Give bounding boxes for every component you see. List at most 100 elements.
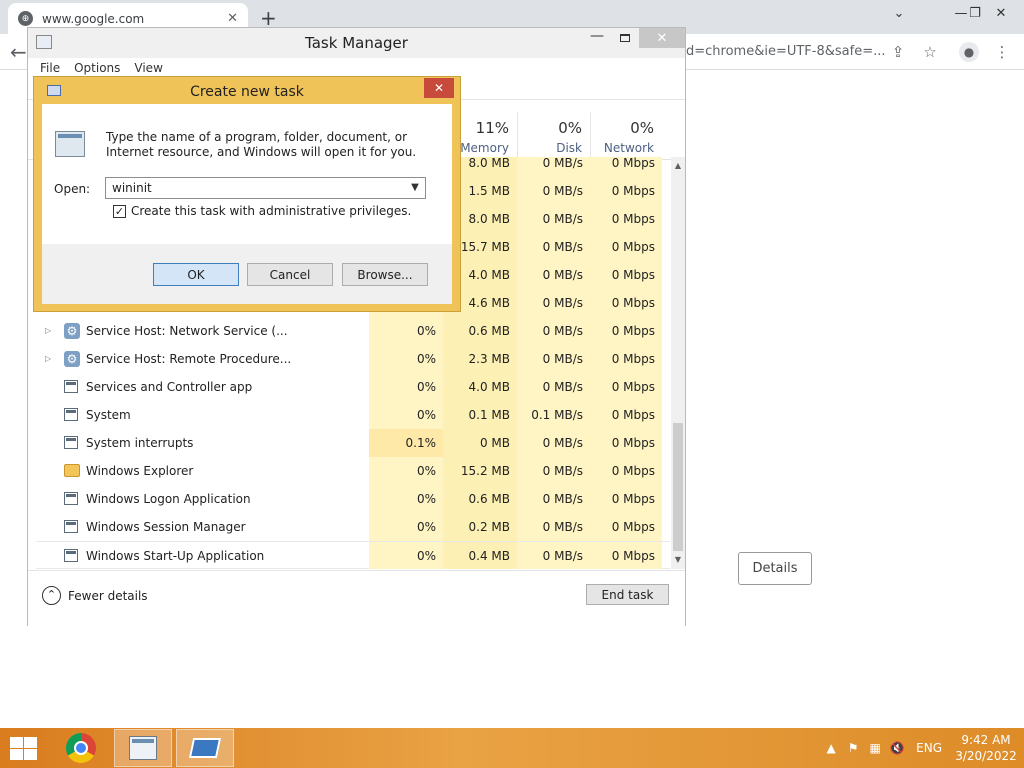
- menu-options[interactable]: Options: [74, 61, 120, 75]
- cpu-cell: 0.1%: [369, 429, 443, 457]
- create-new-task-dialog: Create new task ✕ Type the name of a pro…: [33, 76, 461, 312]
- process-name: Services and Controller app: [86, 380, 253, 394]
- app-window-icon: [64, 408, 78, 421]
- ok-button[interactable]: OK: [153, 263, 239, 286]
- network-label: Network: [603, 141, 654, 155]
- clock[interactable]: 9:42 AM 3/20/2022: [954, 732, 1018, 764]
- dialog-message: Type the name of a program, folder, docu…: [106, 130, 417, 159]
- task-manager-titlebar[interactable]: Task Manager — ✕: [28, 28, 685, 58]
- network-icon[interactable]: ▦: [864, 728, 886, 768]
- chrome-icon: [66, 733, 96, 763]
- column-disk[interactable]: 0% Disk: [517, 112, 590, 160]
- vertical-scrollbar[interactable]: ▲ ▼: [671, 157, 685, 569]
- process-name: Windows Start-Up Application: [86, 549, 265, 563]
- memory-cell: 0.6 MB: [443, 485, 517, 513]
- minimize-button[interactable]: —: [583, 28, 611, 48]
- show-hidden-icons-icon[interactable]: ▲: [820, 728, 842, 768]
- menu-file[interactable]: File: [40, 61, 60, 75]
- app-window-icon: [64, 520, 78, 533]
- network-cell: 0 Mbps: [590, 345, 662, 373]
- table-row[interactable]: Windows Start-Up Application 0% 0.4 MB 0…: [36, 541, 670, 569]
- star-icon[interactable]: ☆: [918, 40, 942, 64]
- app-window-icon: [64, 380, 78, 393]
- action-center-flag-icon[interactable]: ⚑: [842, 728, 864, 768]
- network-cell: 0 Mbps: [590, 513, 662, 541]
- taskbar: ▲ ⚑ ▦ 🔇 ENG 9:42 AM 3/20/2022: [0, 728, 1024, 768]
- process-name: Windows Session Manager: [86, 520, 246, 534]
- process-name: Windows Explorer: [86, 464, 194, 478]
- gear-icon: ⚙: [64, 323, 80, 339]
- process-name: System interrupts: [86, 436, 194, 450]
- scrollbar-thumb[interactable]: [673, 423, 683, 551]
- folder-icon: [64, 464, 80, 477]
- address-bar-text[interactable]: d=chrome&ie=UTF-8&safe=...: [686, 40, 886, 64]
- details-button[interactable]: Details: [738, 552, 812, 585]
- gear-icon: ⚙: [64, 351, 80, 367]
- memory-cell: 0.2 MB: [443, 513, 517, 541]
- open-combobox[interactable]: ▼: [105, 177, 426, 199]
- menu-view[interactable]: View: [134, 61, 162, 75]
- dialog-close-button[interactable]: ✕: [424, 78, 454, 98]
- table-row[interactable]: Windows Session Manager 0% 0.2 MB 0 MB/s…: [36, 513, 670, 541]
- cpu-cell: 0%: [369, 457, 443, 485]
- table-row[interactable]: Windows Explorer 0% 15.2 MB 0 MB/s 0 Mbp…: [36, 457, 670, 485]
- more-menu-icon[interactable]: ⋮: [990, 40, 1014, 64]
- expand-chevron-icon[interactable]: ▷: [45, 317, 51, 345]
- process-name: System: [86, 408, 131, 422]
- disk-cell: 0 MB/s: [517, 233, 590, 261]
- profile-avatar-icon[interactable]: ●: [957, 40, 981, 64]
- table-row[interactable]: Services and Controller app 0% 4.0 MB 0 …: [36, 373, 670, 401]
- windows-start-icon[interactable]: [8, 736, 38, 760]
- disk-cell: 0 MB/s: [517, 345, 590, 373]
- scroll-down-arrow-icon[interactable]: ▼: [671, 553, 685, 567]
- network-cell: 0 Mbps: [590, 485, 662, 513]
- dialog-titlebar[interactable]: Create new task ✕: [34, 77, 460, 104]
- taskbar-task-manager[interactable]: [114, 729, 172, 767]
- table-row[interactable]: Windows Logon Application 0% 0.6 MB 0 MB…: [36, 485, 670, 513]
- fewer-details-link[interactable]: ⌃ Fewer details: [42, 586, 148, 605]
- taskbar-chrome[interactable]: [52, 729, 110, 767]
- browse-button[interactable]: Browse...: [342, 263, 428, 286]
- volume-muted-icon[interactable]: 🔇: [886, 728, 908, 768]
- back-arrow-icon[interactable]: ←: [10, 40, 27, 64]
- dialog-title: Create new task: [190, 84, 304, 100]
- network-cell: 0 Mbps: [590, 289, 662, 317]
- disk-cell: 0 MB/s: [517, 429, 590, 457]
- memory-cell: 2.3 MB: [443, 345, 517, 373]
- admin-privileges-option[interactable]: ✓ Create this task with administrative p…: [113, 204, 411, 218]
- end-task-button[interactable]: End task: [586, 584, 669, 605]
- table-row[interactable]: System interrupts 0.1% 0 MB 0 MB/s 0 Mbp…: [36, 429, 670, 457]
- taskbar-run-dialog[interactable]: [176, 729, 234, 767]
- dialog-footer: OK Cancel Browse...: [42, 244, 452, 304]
- table-row[interactable]: ▷ ⚙ Service Host: Network Service (... 0…: [36, 317, 670, 345]
- tab-close-icon[interactable]: ✕: [227, 11, 238, 26]
- disk-cell: 0 MB/s: [517, 485, 590, 513]
- table-row[interactable]: ▷ ⚙ Service Host: Remote Procedure... 0%…: [36, 345, 670, 373]
- admin-checkbox[interactable]: ✓: [113, 204, 126, 218]
- run-program-icon: [55, 131, 85, 157]
- disk-cell: 0 MB/s: [517, 542, 590, 569]
- chevron-down-icon[interactable]: ⌄: [876, 0, 922, 26]
- scroll-up-arrow-icon[interactable]: ▲: [671, 159, 685, 173]
- app-window-icon: [64, 549, 78, 562]
- chevron-down-icon[interactable]: ▼: [407, 179, 423, 197]
- language-indicator[interactable]: ENG: [916, 741, 942, 755]
- share-icon[interactable]: ⇪: [886, 40, 910, 64]
- disk-cell: 0 MB/s: [517, 261, 590, 289]
- open-input[interactable]: [106, 178, 406, 198]
- memory-cell: 0.4 MB: [443, 542, 517, 569]
- expand-chevron-icon[interactable]: ▷: [45, 345, 51, 373]
- browser-close-icon[interactable]: ✕: [978, 0, 1024, 26]
- table-row[interactable]: System 0% 0.1 MB 0.1 MB/s 0 Mbps: [36, 401, 670, 429]
- cpu-cell: 0%: [369, 401, 443, 429]
- app-window-icon: [64, 436, 78, 449]
- admin-checkbox-label: Create this task with administrative pri…: [131, 204, 412, 218]
- maximize-button[interactable]: [611, 28, 639, 48]
- cancel-button[interactable]: Cancel: [247, 263, 333, 286]
- disk-percent: 0%: [558, 119, 582, 137]
- chevron-up-icon: ⌃: [42, 586, 61, 605]
- network-percent: 0%: [630, 119, 654, 137]
- close-button[interactable]: ✕: [639, 28, 685, 48]
- network-cell: 0 Mbps: [590, 177, 662, 205]
- column-network[interactable]: 0% Network: [590, 112, 662, 160]
